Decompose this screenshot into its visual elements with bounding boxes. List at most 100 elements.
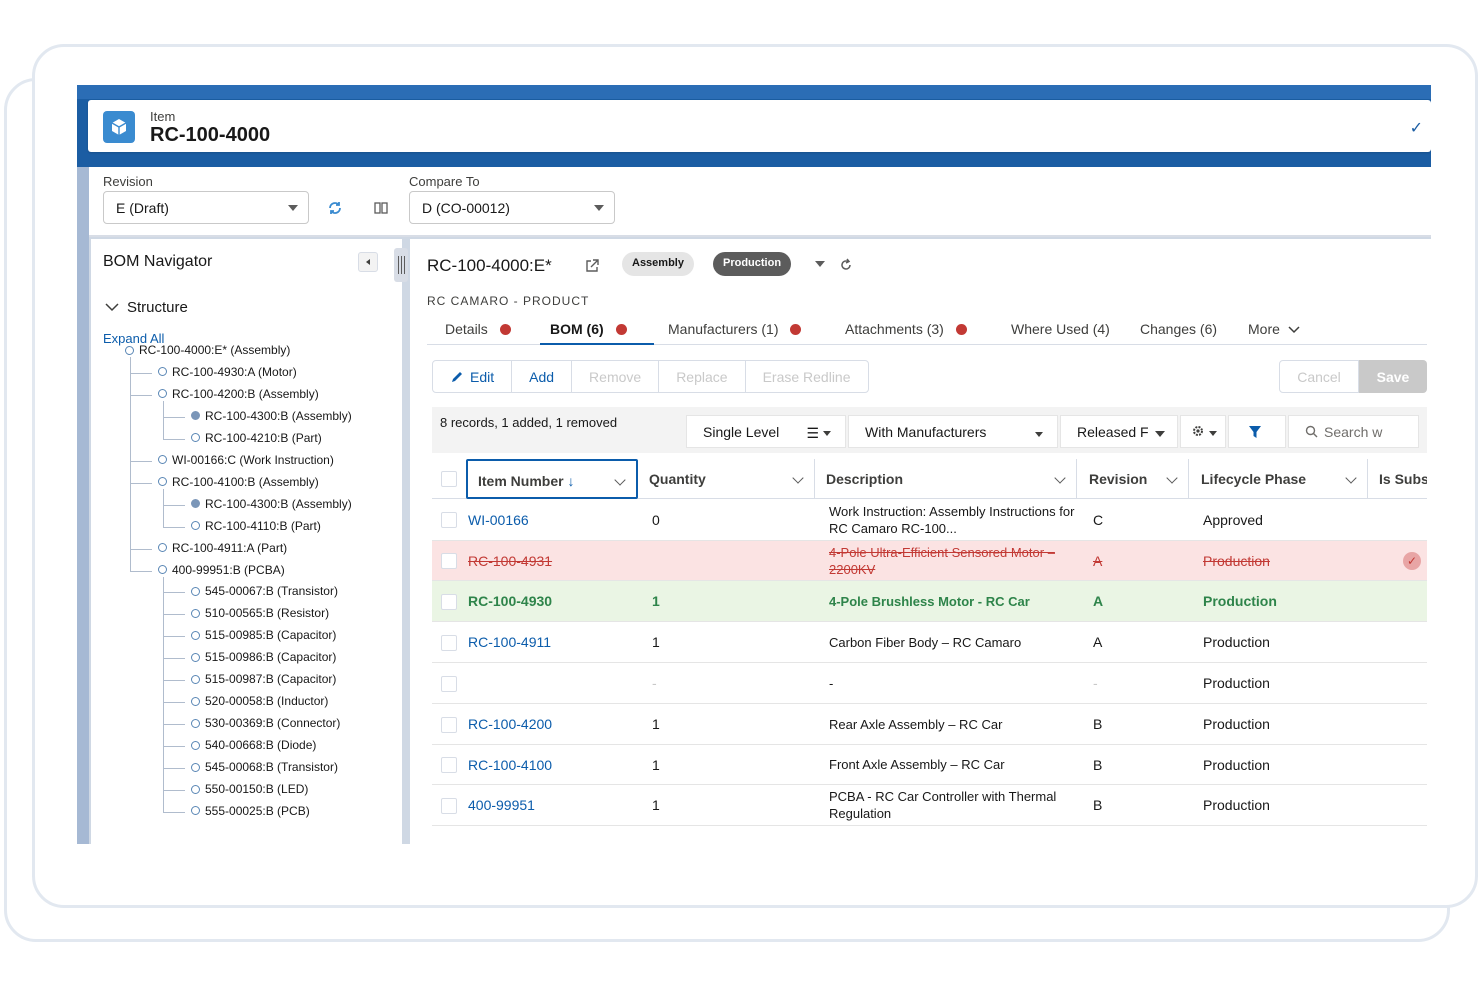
tree-connector bbox=[163, 526, 185, 528]
tree-node[interactable]: 545-00067:B (Transistor) bbox=[191, 584, 338, 598]
tab-bom[interactable]: BOM (6) bbox=[540, 313, 654, 345]
panel-splitter[interactable] bbox=[394, 248, 408, 282]
lifecycle-phase-cell-text: Production bbox=[1203, 716, 1270, 732]
row-checkbox[interactable] bbox=[441, 553, 457, 569]
tree-connector bbox=[163, 768, 185, 770]
table-row[interactable]: RC-100-4100 1 Front Axle Assembly – RC Car… bbox=[432, 745, 1427, 785]
column-item-number[interactable]: Item Number ↓ bbox=[466, 459, 638, 499]
tree-node[interactable]: RC-100-4300:B (Assembly) bbox=[191, 409, 352, 423]
tree-node[interactable]: RC-100-4200:B (Assembly) bbox=[158, 387, 319, 401]
lifecycle-phase-cell-text: Production bbox=[1203, 797, 1270, 813]
cancel-button[interactable]: Cancel bbox=[1279, 360, 1359, 393]
record-name: RC-100-4000 bbox=[150, 124, 271, 146]
tree-node[interactable]: RC-100-4100:B (Assembly) bbox=[158, 475, 319, 489]
table-row[interactable]: 400-99951 1 PCBA - RC Car Controller with … bbox=[432, 785, 1427, 826]
revision-select[interactable]: E (Draft) bbox=[103, 191, 309, 224]
table-row[interactable]: - - - Production bbox=[432, 663, 1427, 704]
item-number-link[interactable] bbox=[468, 663, 636, 703]
lifecycle-phase-cell: Production bbox=[1203, 704, 1363, 744]
column-quantity[interactable]: Quantity bbox=[639, 459, 815, 499]
tree-node[interactable]: 520-00058:B (Inductor) bbox=[191, 694, 328, 708]
check-icon[interactable]: ✓ bbox=[1410, 118, 1423, 138]
item-number-link[interactable]: RC-100-4100 bbox=[468, 745, 636, 784]
tab-changes[interactable]: Changes (6) bbox=[1140, 313, 1217, 345]
tab-label: Manufacturers (1) bbox=[668, 321, 779, 337]
row-checkbox[interactable] bbox=[441, 757, 457, 773]
tree-node[interactable]: 545-00068:B (Transistor) bbox=[191, 760, 338, 774]
tab-where-used[interactable]: Where Used (4) bbox=[1011, 313, 1110, 345]
compare-icon[interactable] bbox=[370, 197, 392, 219]
add-button[interactable]: Add bbox=[512, 361, 573, 392]
filter-funnel-icon[interactable] bbox=[1228, 415, 1286, 448]
save-button[interactable]: Save bbox=[1359, 360, 1427, 393]
tab-manufacturers[interactable]: Manufacturers (1) bbox=[668, 313, 802, 345]
tree-node[interactable]: 515-00986:B (Capacitor) bbox=[191, 650, 336, 664]
row-checkbox[interactable] bbox=[441, 716, 457, 733]
compare-select[interactable]: D (CO-00012) bbox=[409, 191, 615, 224]
open-external-icon[interactable] bbox=[581, 255, 603, 277]
row-checkbox[interactable] bbox=[441, 797, 457, 814]
remove-button[interactable]: Remove bbox=[572, 361, 660, 392]
item-number-link[interactable]: RC-100-4931 bbox=[468, 541, 636, 580]
table-row[interactable]: WI-00166 0 Work Instruction: Assembly Inst… bbox=[432, 499, 1427, 541]
tree-node[interactable]: RC-100-4000:E* (Assembly) bbox=[125, 343, 290, 357]
tree-node[interactable]: 515-00987:B (Capacitor) bbox=[191, 672, 336, 686]
item-number-link[interactable]: 400-99951 bbox=[468, 785, 636, 825]
table-row[interactable]: RC-100-4931 4-Pole Ultra-Efficient Sensor… bbox=[432, 541, 1427, 581]
column-lifecycle-phase[interactable]: Lifecycle Phase bbox=[1191, 459, 1368, 499]
table-row[interactable]: RC-100-4930 1 4-Pole Brushless Motor - RC … bbox=[432, 581, 1427, 622]
level-select[interactable]: Single Level ☰ bbox=[686, 415, 846, 448]
revision-cell-text: - bbox=[1093, 675, 1098, 691]
tab-details[interactable]: Details bbox=[445, 313, 511, 345]
row-checkbox[interactable] bbox=[441, 512, 457, 528]
refresh-sync-icon[interactable] bbox=[324, 197, 346, 219]
column-is-subs[interactable]: Is Subs bbox=[1369, 459, 1427, 499]
erase-redline-button[interactable]: Erase Redline bbox=[746, 361, 868, 392]
grid-search-input[interactable]: Search w bbox=[1288, 415, 1419, 448]
tree-node[interactable]: 400-99951:B (PCBA) bbox=[158, 563, 285, 577]
tree-node[interactable]: RC-100-4911:A (Part) bbox=[158, 541, 287, 555]
row-checkbox[interactable] bbox=[441, 593, 457, 610]
tree-node[interactable]: WI-00166:C (Work Instruction) bbox=[158, 453, 334, 467]
tab-label: Details bbox=[445, 321, 488, 337]
edit-button[interactable]: Edit bbox=[433, 361, 513, 392]
column-description[interactable]: Description bbox=[816, 459, 1077, 499]
item-number-link[interactable]: RC-100-4930 bbox=[468, 581, 636, 621]
tree-node[interactable]: RC-100-4930:A (Motor) bbox=[158, 365, 297, 379]
replace-button[interactable]: Replace bbox=[659, 361, 746, 392]
tree-node[interactable]: 540-00668:B (Diode) bbox=[191, 738, 316, 752]
table-row[interactable]: RC-100-4200 1 Rear Axle Assembly – RC Car B… bbox=[432, 704, 1427, 745]
tree-node[interactable]: 555-00025:B (PCB) bbox=[191, 804, 310, 818]
tree-node-label: RC-100-4200:B (Assembly) bbox=[172, 386, 319, 401]
column-revision[interactable]: Revision bbox=[1079, 459, 1189, 499]
tree-node[interactable]: 515-00985:B (Capacitor) bbox=[191, 628, 336, 642]
row-checkbox[interactable] bbox=[441, 675, 457, 692]
table-row[interactable]: RC-100-4911 1 Carbon Fiber Body – RC Camar… bbox=[432, 622, 1427, 663]
bom-navigator: BOM Navigator Structure Expand All RC-10… bbox=[91, 239, 402, 844]
grid-header: Item Number ↓ Quantity Description Revis… bbox=[432, 459, 1427, 499]
collapse-left-icon[interactable] bbox=[358, 252, 378, 272]
quantity-cell: 1 bbox=[652, 581, 802, 621]
refresh-icon[interactable] bbox=[835, 254, 857, 276]
select-all-checkbox[interactable] bbox=[441, 471, 457, 487]
tree-node[interactable]: 530-00369:B (Connector) bbox=[191, 716, 340, 730]
structure-header[interactable]: Structure bbox=[105, 299, 188, 316]
tab-label: More bbox=[1248, 321, 1280, 337]
tab-more[interactable]: More bbox=[1248, 313, 1300, 345]
tree-node[interactable]: RC-100-4300:B (Assembly) bbox=[191, 497, 352, 511]
tree-node[interactable]: 510-00565:B (Resistor) bbox=[191, 606, 329, 620]
tree-node[interactable]: 550-00150:B (LED) bbox=[191, 782, 308, 796]
tree-node-label: 550-00150:B (LED) bbox=[205, 782, 309, 796]
manufacturers-select[interactable]: With Manufacturers bbox=[848, 415, 1058, 448]
chevron-down-icon[interactable] bbox=[809, 253, 831, 275]
item-number-link[interactable]: WI-00166 bbox=[468, 499, 636, 540]
structure-label: Structure bbox=[127, 299, 188, 316]
tab-attachments[interactable]: Attachments (3) bbox=[845, 313, 967, 345]
item-number-link[interactable]: RC-100-4911 bbox=[468, 622, 636, 662]
item-number-link[interactable]: RC-100-4200 bbox=[468, 704, 636, 744]
settings-gear-icon[interactable] bbox=[1180, 415, 1226, 448]
released-select[interactable]: Released F bbox=[1060, 415, 1178, 448]
tree-node[interactable]: RC-100-4110:B (Part) bbox=[191, 519, 321, 533]
tree-node[interactable]: RC-100-4210:B (Part) bbox=[191, 431, 322, 445]
row-checkbox[interactable] bbox=[441, 634, 457, 651]
